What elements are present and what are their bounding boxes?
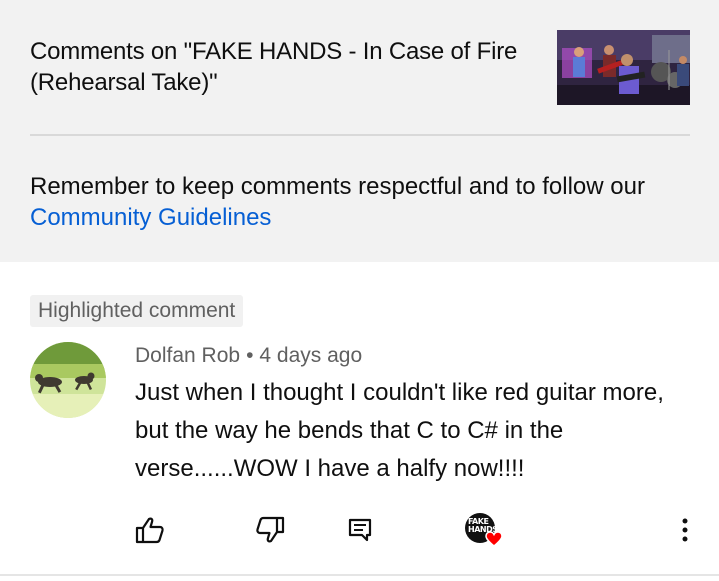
community-guidelines-link[interactable]: Community Guidelines xyxy=(30,204,271,231)
avatar[interactable] xyxy=(30,342,106,418)
band-rehearsal-thumbnail-icon xyxy=(557,30,690,105)
comment-time[interactable]: 4 days ago xyxy=(259,344,362,367)
comment-author[interactable]: Dolfan Rob xyxy=(135,344,240,367)
more-vertical-icon xyxy=(682,518,688,542)
video-thumbnail[interactable] xyxy=(557,30,690,105)
creator-heart: FAKE HANDS xyxy=(465,513,507,549)
highlighted-comment-badge: Highlighted comment xyxy=(30,295,244,327)
comment-text: Just when I thought I couldn't like red … xyxy=(135,379,664,482)
dislike-button[interactable] xyxy=(253,513,287,547)
comment-meta: Dolfan Rob • 4 days ago xyxy=(135,341,362,371)
thumbs-down-icon xyxy=(256,516,285,543)
page-title: Comments on "FAKE HANDS - In Case of Fir… xyxy=(30,38,518,96)
reply-button[interactable] xyxy=(343,513,377,547)
dogs-running-avatar-icon xyxy=(30,342,106,418)
thumbs-up-icon xyxy=(135,517,164,544)
like-button[interactable] xyxy=(133,513,167,547)
bottom-divider xyxy=(0,574,719,576)
header-divider xyxy=(30,134,690,136)
reminder-text: Remember to keep comments respectful and… xyxy=(30,173,645,200)
reply-icon xyxy=(348,518,372,542)
heart-icon xyxy=(485,531,503,547)
meta-separator: • xyxy=(246,344,254,367)
more-options-button[interactable] xyxy=(668,513,702,547)
comments-header: Comments on "FAKE HANDS - In Case of Fir… xyxy=(0,0,719,262)
guidelines-reminder: Remember to keep comments respectful and… xyxy=(30,171,690,233)
